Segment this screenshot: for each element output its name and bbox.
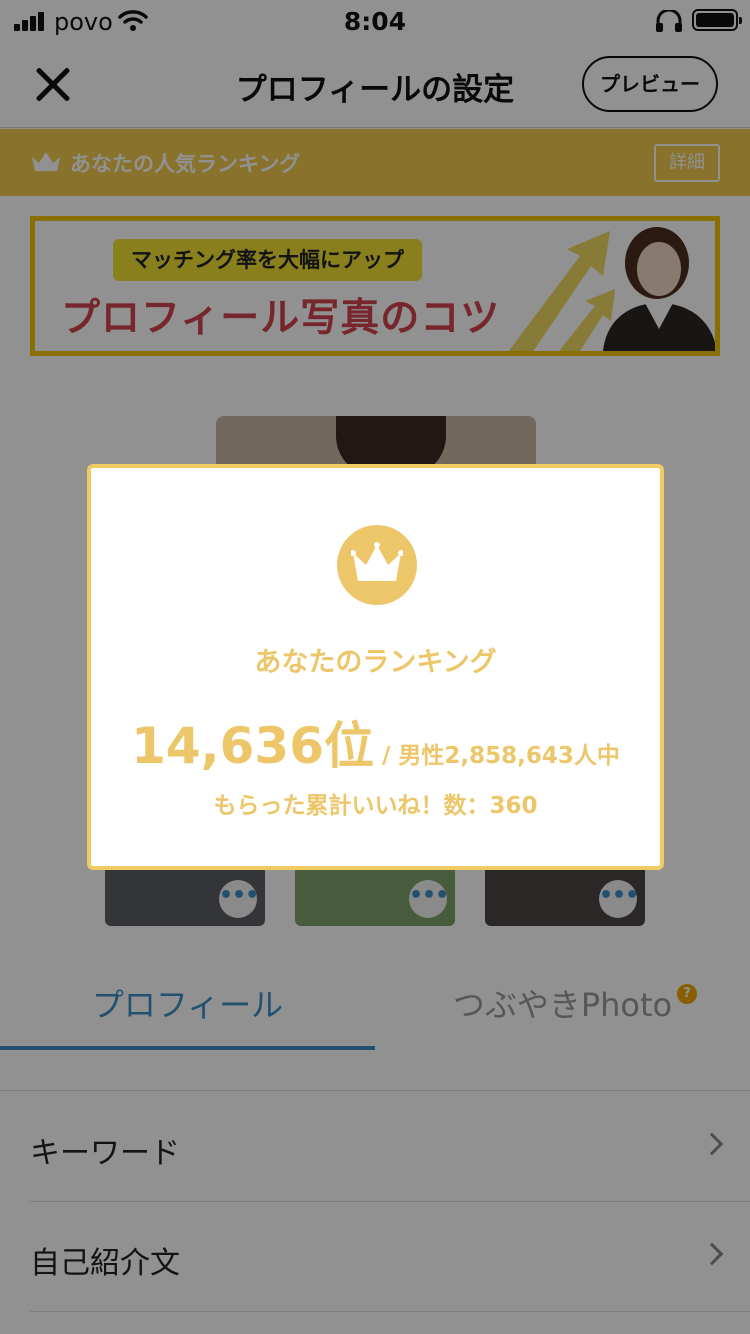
total-likes: もらった累計いいね！数：360 xyxy=(213,793,538,819)
modal-title: あなたのランキング xyxy=(254,647,497,678)
rank-total: / 男性2,858,643人中 xyxy=(374,743,620,769)
rank-line: 14,636位 / 男性2,858,643人中 xyxy=(91,706,660,778)
ranking-modal: あなたのランキング 14,636位 / 男性2,858,643人中 もらった累計… xyxy=(87,464,664,870)
rank-value: 14,636位 xyxy=(131,717,375,775)
crown-icon xyxy=(337,525,417,605)
